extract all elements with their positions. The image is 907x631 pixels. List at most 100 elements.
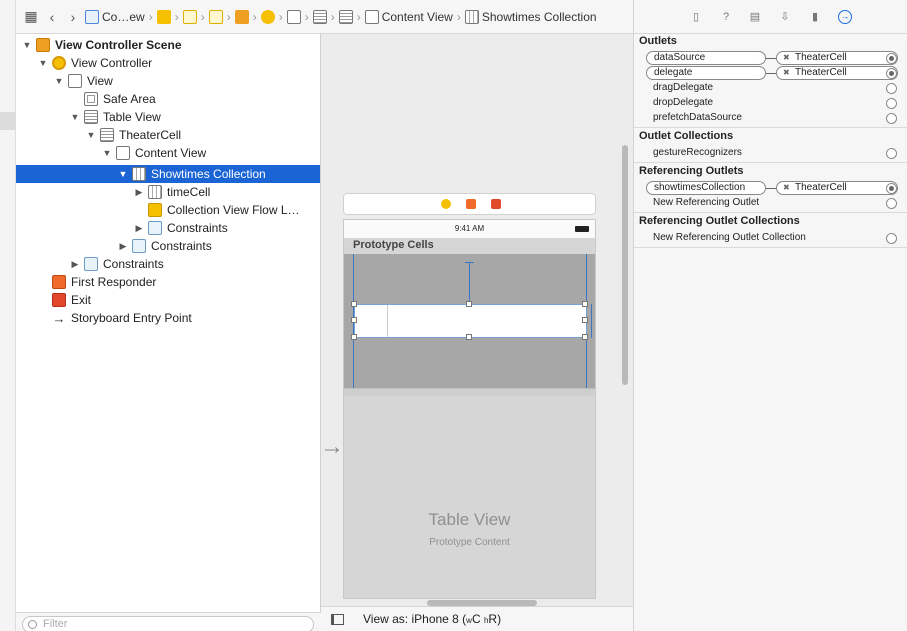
- referencing-collection-row-new[interactable]: New Referencing Outlet Collection: [634, 231, 907, 246]
- prototype-cell[interactable]: [344, 254, 595, 388]
- outline-row-view-controller[interactable]: ▼ View Controller: [16, 54, 320, 72]
- resize-handle[interactable]: [351, 317, 357, 323]
- size-inspector-icon[interactable]: ▮: [808, 10, 822, 24]
- folder-icon[interactable]: [156, 9, 171, 24]
- outline-row-view[interactable]: ▼ View: [16, 72, 320, 90]
- back-chevron-icon[interactable]: ‹: [43, 9, 61, 25]
- crumb-separator-icon: ›: [252, 9, 257, 24]
- connection-circle-icon[interactable]: [886, 148, 897, 159]
- disconnect-icon[interactable]: ✖: [783, 52, 790, 64]
- disclosure-closed-icon[interactable]: ▶: [134, 187, 144, 198]
- group-icon[interactable]: [182, 9, 197, 24]
- disconnect-icon[interactable]: ✖: [783, 67, 790, 79]
- disclosure-closed-icon[interactable]: ▶: [134, 223, 144, 234]
- outline-row-table-view[interactable]: ▼ Table View: [16, 108, 320, 126]
- identity-inspector-icon[interactable]: ▤: [748, 10, 762, 24]
- connections-inspector-icon[interactable]: →: [838, 10, 852, 24]
- view-controller-icon[interactable]: [260, 9, 275, 24]
- quick-help-icon[interactable]: ?: [719, 10, 733, 24]
- connection-circle-icon[interactable]: [886, 53, 897, 64]
- disclosure-open-icon[interactable]: ▼: [118, 169, 128, 179]
- resize-handle[interactable]: [466, 301, 472, 307]
- toggle-outline-icon[interactable]: [331, 614, 344, 625]
- outlet-row-drag-delegate[interactable]: dragDelegate: [634, 81, 907, 96]
- crumb-file[interactable]: Co…ew: [102, 10, 145, 24]
- outline-row-showtimes-collection[interactable]: ▼ Showtimes Collection: [16, 165, 320, 183]
- forward-chevron-icon[interactable]: ›: [64, 9, 82, 25]
- outlet-row-prefetch-data-source[interactable]: prefetchDataSource: [634, 111, 907, 126]
- table-view-icon[interactable]: [312, 9, 327, 24]
- outlet-row-drop-delegate[interactable]: dropDelegate: [634, 96, 907, 111]
- group-icon[interactable]: [208, 9, 223, 24]
- outlet-target[interactable]: ✖ TheaterCell: [776, 181, 898, 195]
- resize-handle[interactable]: [582, 317, 588, 323]
- connection-circle-icon[interactable]: [886, 68, 897, 79]
- outline-row-theater-cell[interactable]: ▼ TheaterCell: [16, 126, 320, 144]
- disclosure-open-icon[interactable]: ▼: [54, 76, 64, 86]
- outline-label: View Controller: [71, 56, 153, 70]
- outline-row-first-responder[interactable]: First Responder: [16, 273, 320, 291]
- time-cell[interactable]: [355, 305, 388, 337]
- disclosure-open-icon[interactable]: ▼: [70, 112, 80, 122]
- cell-icon[interactable]: [338, 9, 353, 24]
- connection-circle-icon[interactable]: [886, 233, 897, 244]
- file-inspector-icon[interactable]: ▯: [689, 10, 703, 24]
- connection-circle-icon[interactable]: [886, 183, 897, 194]
- vertical-scrollbar[interactable]: [622, 145, 628, 385]
- showtimes-collection-view[interactable]: [354, 304, 587, 338]
- outline-row-time-cell[interactable]: ▶ timeCell: [16, 183, 320, 201]
- outlet-row-data-source[interactable]: dataSource ✖ TheaterCell: [634, 51, 907, 66]
- scene-icon[interactable]: [234, 9, 249, 24]
- disclosure-open-icon[interactable]: ▼: [38, 58, 48, 68]
- exit-icon[interactable]: [491, 199, 501, 209]
- outline-label: First Responder: [71, 275, 157, 289]
- disclosure-closed-icon[interactable]: ▶: [70, 259, 80, 270]
- connection-circle-icon[interactable]: [886, 83, 897, 94]
- disclosure-open-icon[interactable]: ▼: [22, 40, 32, 50]
- outlet-target[interactable]: ✖ TheaterCell: [776, 51, 898, 65]
- view-controller-icon[interactable]: [441, 199, 451, 209]
- outline-row-flow-layout[interactable]: Collection View Flow L…: [16, 201, 320, 219]
- filter-input[interactable]: Filter: [22, 616, 314, 631]
- content-view-icon[interactable]: [364, 9, 379, 24]
- referencing-outlet-row-showtimes[interactable]: showtimesCollection ✖ TheaterCell: [634, 181, 907, 196]
- attributes-inspector-icon[interactable]: ⇩: [778, 10, 792, 24]
- referencing-outlet-row-new[interactable]: New Referencing Outlet: [634, 196, 907, 211]
- view-icon[interactable]: [286, 9, 301, 24]
- outline-row-content-view[interactable]: ▼ Content View: [16, 144, 320, 162]
- crumb-showtimes-collection[interactable]: Showtimes Collection: [482, 10, 597, 24]
- outlet-target[interactable]: ✖ TheaterCell: [776, 66, 898, 80]
- connection-circle-icon[interactable]: [886, 98, 897, 109]
- outlet-collection-row-gesture-recognizers[interactable]: gestureRecognizers: [634, 146, 907, 161]
- outline-label: Showtimes Collection: [151, 167, 266, 181]
- outlet-row-delegate[interactable]: delegate ✖ TheaterCell: [634, 66, 907, 81]
- outline-row-safe-area[interactable]: Safe Area: [16, 90, 320, 108]
- grid-icon[interactable]: ▦: [22, 8, 40, 25]
- storyboard-file-icon[interactable]: [85, 9, 99, 24]
- crumb-content-view[interactable]: Content View: [382, 10, 453, 24]
- scene-dock[interactable]: [343, 193, 596, 215]
- outline-row-scene[interactable]: ▼ View Controller Scene: [16, 36, 320, 54]
- outline-row-exit[interactable]: Exit: [16, 291, 320, 309]
- iphone-scene[interactable]: 9:41 AM Prototype Cells Table View Proto…: [343, 219, 596, 599]
- connection-circle-icon[interactable]: [886, 198, 897, 209]
- outline-row-constraints-collection[interactable]: ▶ Constraints: [16, 219, 320, 237]
- resize-handle[interactable]: [351, 301, 357, 307]
- disclosure-open-icon[interactable]: ▼: [102, 148, 112, 158]
- disclosure-closed-icon[interactable]: ▶: [118, 241, 128, 252]
- resize-handle[interactable]: [466, 334, 472, 340]
- outline-row-constraints-view[interactable]: ▶ Constraints: [16, 255, 320, 273]
- first-responder-icon[interactable]: [466, 199, 476, 209]
- disclosure-open-icon[interactable]: ▼: [86, 130, 96, 140]
- connection-line: [766, 188, 776, 189]
- disconnect-icon[interactable]: ✖: [783, 182, 790, 194]
- outline-row-entry-point[interactable]: → Storyboard Entry Point: [16, 309, 320, 327]
- resize-handle[interactable]: [582, 334, 588, 340]
- resize-handle[interactable]: [351, 334, 357, 340]
- view-as-device[interactable]: View as: iPhone 8 (wC hR): [363, 612, 501, 626]
- exit-icon: [52, 293, 66, 307]
- collection-view-icon[interactable]: [464, 9, 479, 24]
- connection-circle-icon[interactable]: [886, 113, 897, 124]
- outline-row-constraints-content[interactable]: ▶ Constraints: [16, 237, 320, 255]
- resize-handle[interactable]: [582, 301, 588, 307]
